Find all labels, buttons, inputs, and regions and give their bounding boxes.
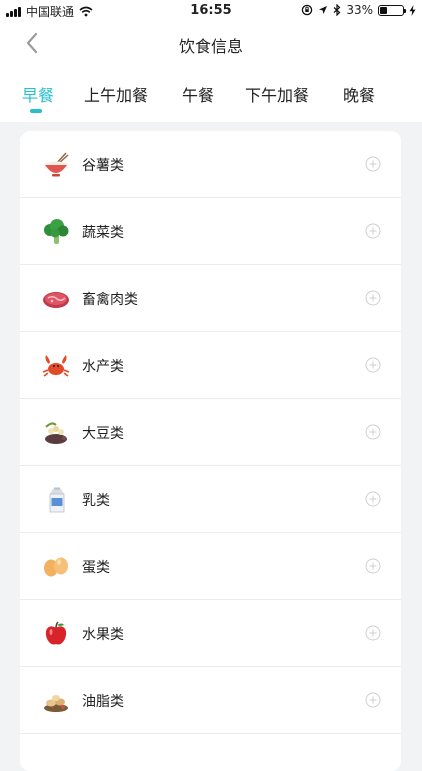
beans-icon <box>45 422 67 444</box>
battery-icon <box>378 4 406 16</box>
location-arrow-icon <box>319 6 328 14</box>
list-item-label: 油脂类 <box>82 694 124 710</box>
tab-breakfast[interactable]: 早餐 <box>22 82 54 106</box>
orientation-lock-icon <box>302 4 313 16</box>
food-category-list: 谷薯类 蔬菜类 畜禽肉类 水产类 大豆类 乳类 蛋类 水果类 油脂类 <box>20 131 401 771</box>
tab-lunch[interactable]: 午餐 <box>182 82 214 106</box>
add-icon[interactable] <box>365 156 381 172</box>
add-icon[interactable] <box>365 625 381 641</box>
add-icon[interactable] <box>365 491 381 507</box>
list-item[interactable]: 水果类 <box>20 600 401 667</box>
bluetooth-icon <box>333 4 341 16</box>
meal-tabs: 早餐 上午加餐 午餐 下午加餐 晚餐 <box>0 82 422 116</box>
add-icon[interactable] <box>365 558 381 574</box>
add-icon[interactable] <box>365 424 381 440</box>
broccoli-icon <box>44 219 69 244</box>
apple-icon <box>45 621 67 645</box>
add-icon[interactable] <box>365 223 381 239</box>
add-icon[interactable] <box>365 290 381 306</box>
tab-dinner[interactable]: 晚餐 <box>343 82 375 106</box>
add-icon[interactable] <box>365 357 381 373</box>
meat-icon <box>43 292 69 308</box>
list-item-label: 蔬菜类 <box>82 225 124 241</box>
list-item[interactable]: 乳类 <box>20 466 401 533</box>
list-item-label: 水产类 <box>82 359 124 375</box>
list-item[interactable]: 蛋类 <box>20 533 401 600</box>
list-item[interactable]: 谷薯类 <box>20 131 401 198</box>
page-title: 饮食信息 <box>178 37 243 56</box>
tab-afternoon-snack[interactable]: 下午加餐 <box>245 82 309 106</box>
nuts-icon <box>44 695 68 712</box>
list-item-label: 谷薯类 <box>82 158 124 174</box>
milk-carton-icon <box>49 487 65 513</box>
nav-bar: 饮食信息 <box>0 22 422 64</box>
rice-bowl-icon <box>45 152 69 177</box>
list-item-label: 大豆类 <box>82 426 124 442</box>
list-item[interactable]: 畜禽肉类 <box>20 265 401 332</box>
eggs-icon <box>44 557 68 577</box>
crab-icon <box>42 355 70 377</box>
status-right: 33% <box>301 3 416 17</box>
list-item-label: 蛋类 <box>82 560 110 576</box>
list-item[interactable]: 水产类 <box>20 332 401 399</box>
battery-percent: 33% <box>346 3 373 17</box>
list-item-label: 水果类 <box>82 627 124 643</box>
list-item[interactable]: 大豆类 <box>20 399 401 466</box>
list-item[interactable]: 油脂类 <box>20 667 401 734</box>
tab-morning-snack[interactable]: 上午加餐 <box>84 82 148 106</box>
charging-bolt-icon <box>409 4 416 16</box>
list-item-label: 乳类 <box>82 493 110 509</box>
list-item[interactable]: 蔬菜类 <box>20 198 401 265</box>
status-bar: 中国联通 16:55 33% <box>0 0 422 22</box>
add-icon[interactable] <box>365 692 381 708</box>
active-tab-indicator <box>30 109 42 113</box>
list-item-label: 畜禽肉类 <box>82 292 138 308</box>
